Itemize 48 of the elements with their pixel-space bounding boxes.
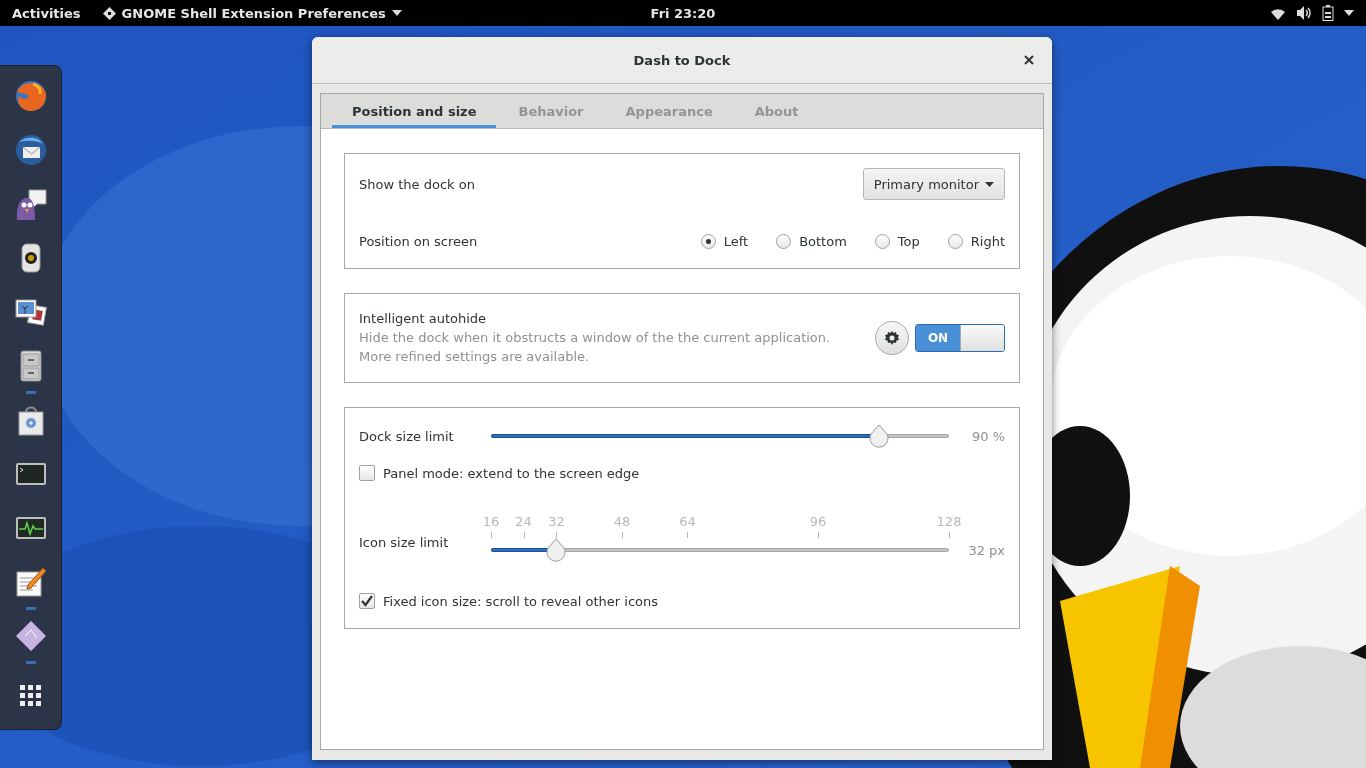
app-menu[interactable]: GNOME Shell Extension Preferences: [121, 5, 386, 21]
setting-description: Hide the dock when it obstructs a window of the the current application.: [359, 330, 831, 345]
slider-value: 32 px: [967, 541, 1005, 558]
slider-handle[interactable]: [867, 424, 890, 448]
settings-button[interactable]: [875, 321, 909, 355]
scale-mark-label: 128: [936, 514, 962, 529]
volume-icon[interactable]: [1296, 6, 1312, 20]
setting-description: More refined settings are available.: [359, 349, 591, 364]
caret-icon[interactable]: [1344, 10, 1354, 16]
setting-label: Position on screen: [359, 233, 478, 249]
scale-mark-label: 32: [548, 514, 565, 529]
slider-handle[interactable]: [545, 538, 568, 562]
scale-mark-label: 24: [515, 514, 532, 529]
scale-mark-label: 96: [809, 514, 827, 529]
caret-icon: [391, 10, 402, 16]
setting-label: Show the dock on: [359, 176, 475, 192]
checkbox-label[interactable]: Fixed icon size: scroll to reveal other icons: [383, 593, 659, 609]
activities-button[interactable]: Activities: [12, 5, 81, 21]
scale-mark-label: 48: [613, 514, 631, 529]
radio-label[interactable]: Bottom: [799, 233, 847, 249]
monitor-dropdown[interactable]: Primary monitor: [862, 168, 1005, 200]
battery-icon[interactable]: [1322, 5, 1334, 21]
gear-icon: [884, 330, 900, 346]
setting-label: Icon size limit: [359, 534, 449, 550]
radio-button[interactable]: [700, 233, 716, 249]
radio-label[interactable]: Right: [970, 233, 1005, 249]
scale-mark-label: 16: [482, 514, 500, 529]
checkbox-label[interactable]: Panel mode: extend to the screen edge: [383, 465, 640, 481]
slider-track[interactable]: [491, 538, 949, 562]
tab[interactable]: Position and size: [332, 94, 497, 128]
clock[interactable]: Fri 23:20: [650, 5, 716, 21]
checkbox[interactable]: [359, 593, 375, 609]
checkbox[interactable]: [359, 465, 375, 481]
radio-label[interactable]: Left: [723, 233, 749, 249]
app-grid-icon[interactable]: [19, 685, 42, 707]
scale-mark-label: 64: [679, 514, 696, 529]
radio-button[interactable]: [776, 233, 792, 249]
close-icon: [1024, 55, 1034, 65]
window-title: Dash to Dock: [633, 52, 731, 68]
slider-value: 90 %: [970, 428, 1005, 444]
radio-button[interactable]: [947, 233, 963, 249]
wifi-icon[interactable]: [1270, 6, 1286, 20]
setting-label: Intelligent autohide: [359, 311, 488, 326]
radio-label[interactable]: Top: [897, 233, 920, 249]
slider-track[interactable]: [491, 424, 949, 448]
radio-button[interactable]: [874, 233, 890, 249]
caret-icon: [985, 181, 994, 187]
setting-label: Dock size limit: [359, 428, 454, 444]
